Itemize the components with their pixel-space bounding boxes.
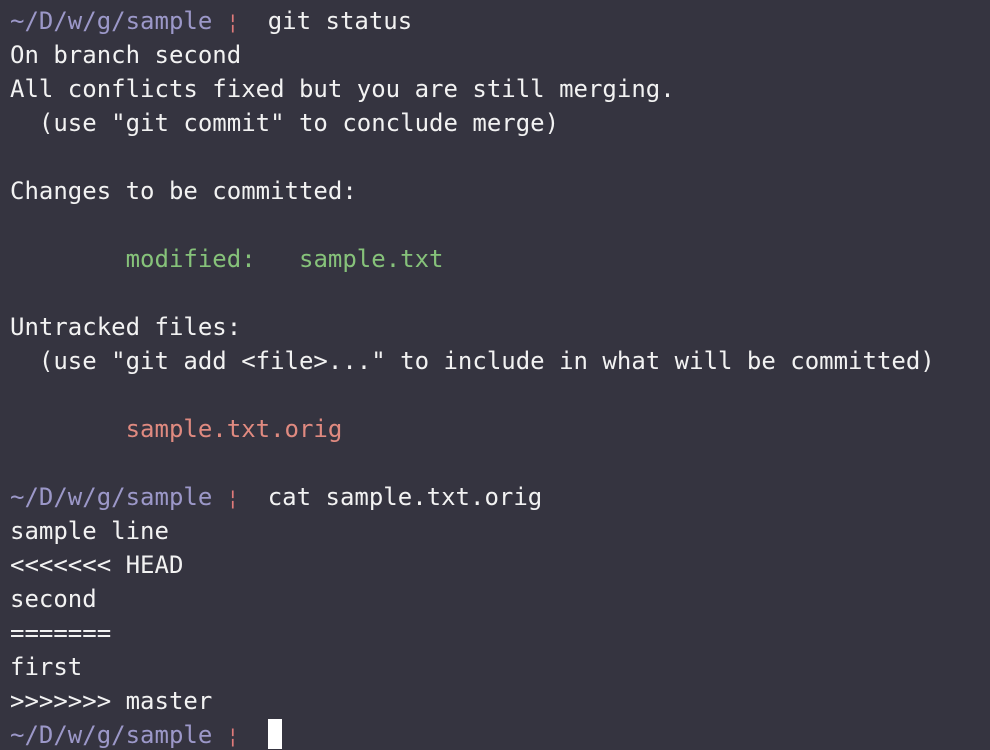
prompt-separator: ¦	[226, 486, 239, 510]
output-line: =======	[10, 619, 112, 647]
output-line: All conflicts fixed but you are still me…	[10, 75, 675, 103]
prompt-path: ~/D/w/g/sample	[10, 7, 213, 35]
command-text: cat sample.txt.orig	[267, 483, 543, 511]
output-line: (use "git commit" to conclude merge)	[10, 109, 560, 137]
output-line: first	[10, 653, 83, 681]
terminal-window[interactable]: ~/D/w/g/sample ¦ git status On branch se…	[0, 0, 990, 750]
command-text: git status	[267, 7, 413, 35]
modified-label: modified:	[125, 245, 256, 273]
output-line: >>>>>>> master	[10, 687, 213, 715]
prompt-line: ~/D/w/g/sample ¦ cat sample.txt.orig	[10, 480, 980, 514]
prompt-path: ~/D/w/g/sample	[10, 483, 213, 511]
output-line: second	[10, 585, 97, 613]
prompt-line: ~/D/w/g/sample ¦ git status	[10, 4, 980, 38]
prompt-path: ~/D/w/g/sample	[10, 721, 213, 749]
output-line: Changes to be committed:	[10, 177, 357, 205]
prompt-separator: ¦	[226, 10, 239, 34]
modified-file: sample.txt	[299, 245, 444, 273]
output-line: Untracked files:	[10, 313, 242, 341]
output-line: sample line	[10, 517, 169, 545]
prompt-line[interactable]: ~/D/w/g/sample ¦	[10, 718, 980, 750]
output-line: (use "git add <file>..." to include in w…	[10, 347, 935, 375]
staged-file-line: modified: sample.txt	[10, 242, 980, 276]
untracked-file-line: sample.txt.orig	[10, 412, 980, 446]
output-line: <<<<<<< HEAD	[10, 551, 184, 579]
output-line: On branch second	[10, 41, 242, 69]
prompt-separator: ¦	[226, 724, 239, 748]
untracked-file: sample.txt.orig	[125, 415, 343, 443]
cursor[interactable]	[267, 719, 282, 749]
